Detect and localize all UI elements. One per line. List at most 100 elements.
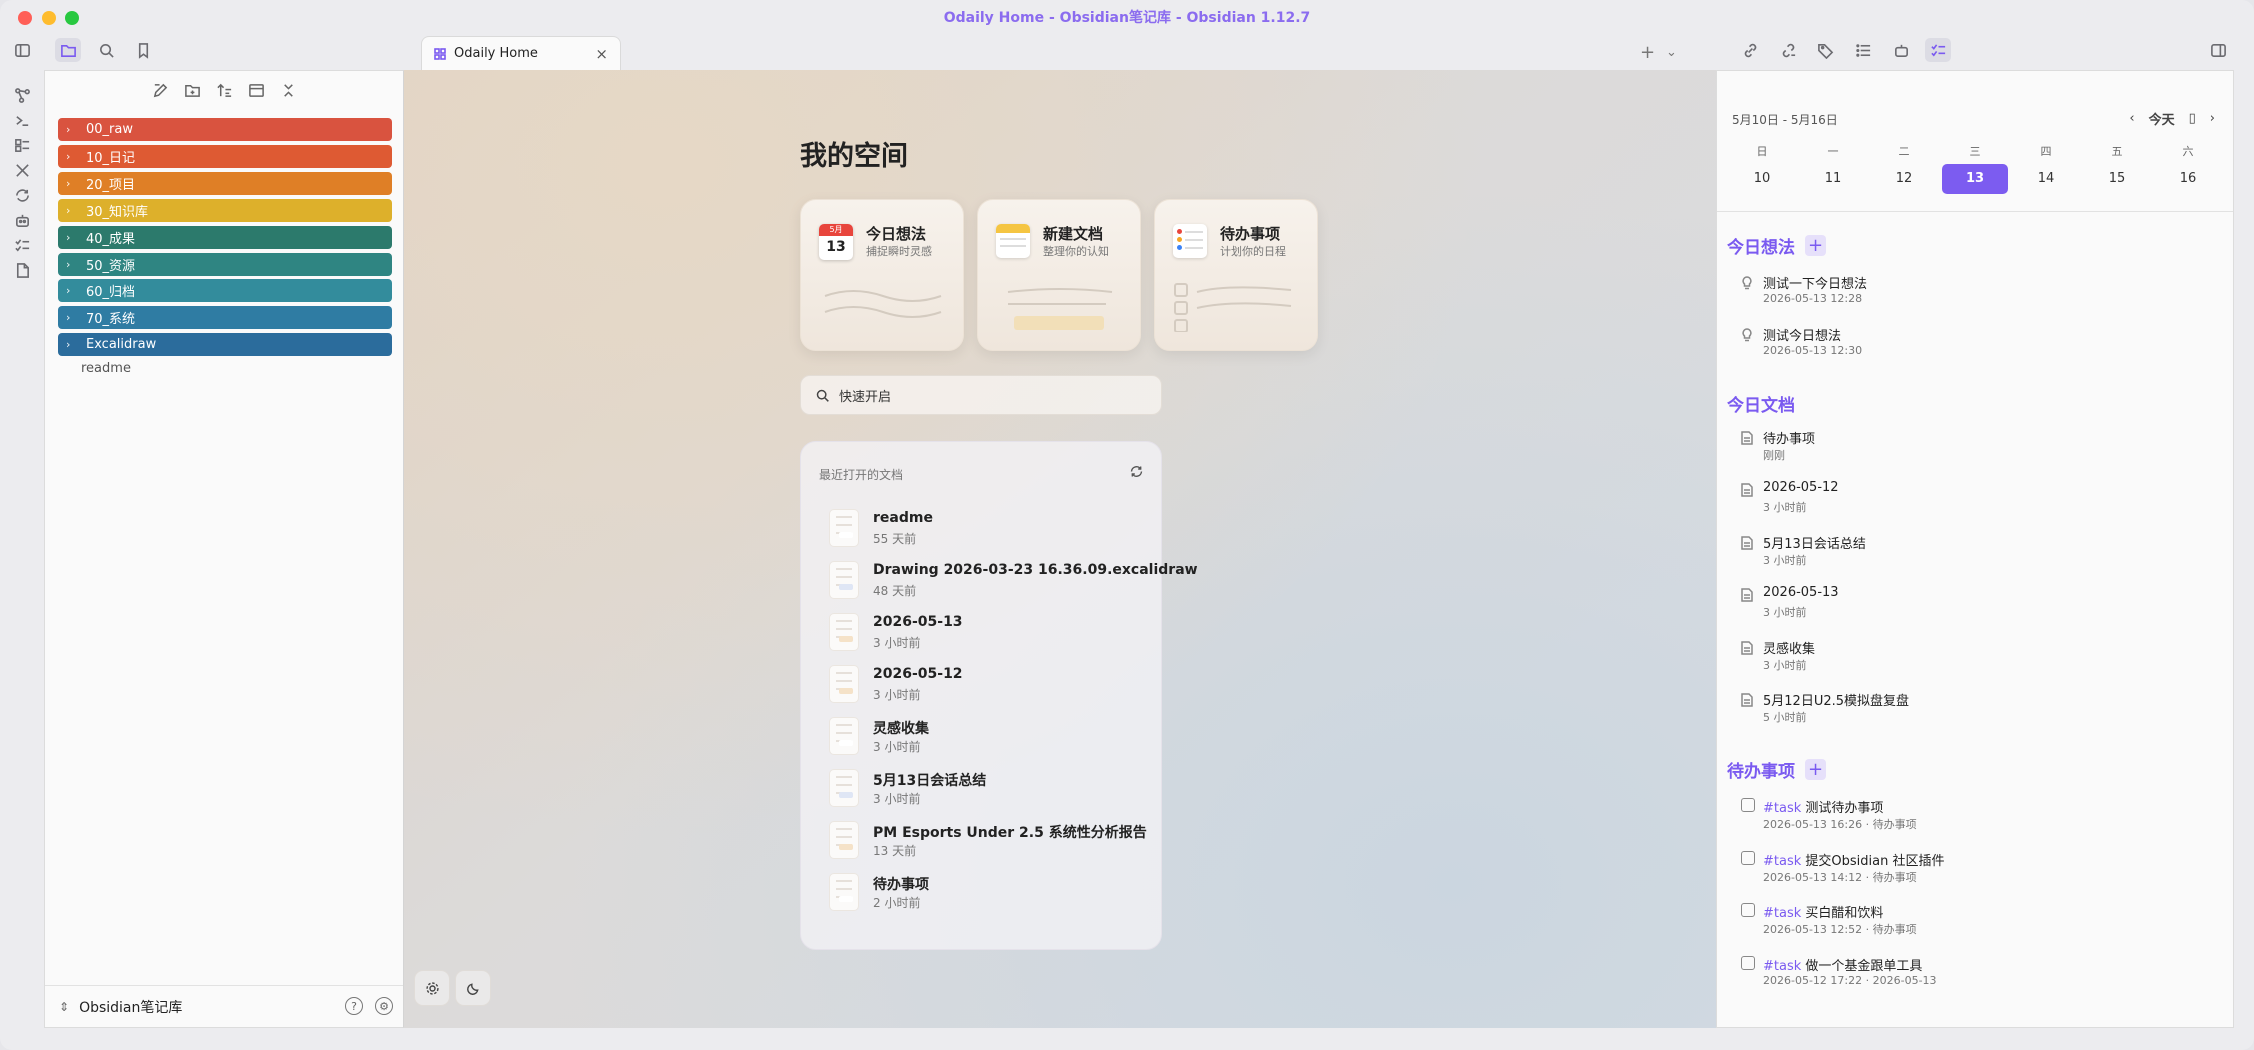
folder-item[interactable]: › 30_知识库 (58, 198, 392, 222)
prev-week-icon[interactable]: ‹ (2129, 111, 2134, 126)
blocks-icon[interactable] (11, 134, 33, 156)
chevron-right-icon: › (66, 176, 71, 190)
calendar-icon: 5月 13 (819, 224, 853, 260)
vault-switcher[interactable]: ⇕ Obsidian笔记库 ? ⚙ (45, 985, 403, 1027)
folder-item[interactable]: › Excalidraw (58, 333, 392, 357)
outline-icon[interactable] (1850, 38, 1876, 62)
settings-button[interactable] (414, 970, 450, 1006)
task-tag[interactable]: #task (1763, 959, 1801, 974)
refresh-icon[interactable] (1129, 464, 1145, 480)
add-task-button[interactable]: + (1805, 759, 1826, 780)
bookmark-icon[interactable] (130, 38, 156, 62)
calendar-day[interactable]: 11 (1800, 164, 1866, 194)
task-tag[interactable]: #task (1763, 906, 1801, 921)
close-tab-icon[interactable]: × (595, 45, 608, 63)
recent-item-time: 3 小时前 (873, 740, 921, 754)
assistant-bot-icon[interactable] (1888, 38, 1914, 62)
chevron-up-down-icon: ⇕ (59, 999, 70, 1014)
calendar-day[interactable]: 16 (2155, 164, 2221, 194)
recent-item-name: 2026-05-12 (873, 666, 963, 682)
tasks-panel-icon[interactable] (1925, 38, 1951, 62)
collapse-all-icon[interactable] (279, 81, 297, 99)
today-button[interactable]: 今天 (2149, 109, 2175, 128)
pages-icon[interactable] (11, 259, 33, 281)
help-icon[interactable]: ? (345, 997, 363, 1015)
card-today-ideas[interactable]: 5月 13 今日想法 捕捉瞬时灵感 (800, 199, 964, 351)
new-note-icon[interactable] (151, 81, 169, 99)
recent-item[interactable]: 待办事项 2 小时前 (829, 871, 1149, 915)
tag-icon[interactable] (1812, 38, 1838, 62)
add-idea-button[interactable]: + (1805, 235, 1826, 256)
toggle-sidebar-icon[interactable] (11, 39, 33, 61)
recent-item[interactable]: 2026-05-13 3 小时前 (829, 611, 1149, 655)
tab-odaily-home[interactable]: Odaily Home × (421, 36, 621, 70)
doc-time: 5 小时前 (1763, 711, 1807, 724)
calendar-day[interactable]: 13 (1942, 164, 2008, 194)
folder-item[interactable]: › 50_资源 (58, 252, 392, 276)
calendar-day[interactable]: 14 (2013, 164, 2079, 194)
folder-label: 00_raw (86, 122, 133, 137)
checklist-icon[interactable] (11, 234, 33, 256)
quick-open-search[interactable]: 快速开启 (800, 375, 1162, 415)
search-icon[interactable] (93, 38, 119, 62)
document-thumb-icon (829, 665, 859, 703)
bot-icon[interactable] (11, 209, 33, 231)
card-subtitle: 计划你的日程 (1220, 245, 1286, 258)
task-title[interactable]: #task 做一个基金跟单工具 (1763, 955, 1922, 974)
folder-item[interactable]: › 20_项目 (58, 171, 392, 195)
calendar-day[interactable]: 10 (1729, 164, 1795, 194)
recent-item-time: 3 小时前 (873, 792, 921, 806)
task-checkbox[interactable] (1741, 903, 1755, 917)
recent-item[interactable]: PM Esports Under 2.5 系统性分析报告 13 天前 (829, 819, 1149, 863)
recent-item[interactable]: 灵感收集 3 小时前 (829, 715, 1149, 759)
next-week-icon[interactable]: › (2210, 111, 2215, 126)
recent-item[interactable]: 5月13日会话总结 3 小时前 (829, 767, 1149, 811)
folder-item[interactable]: › 70_系统 (58, 306, 392, 330)
card-todo[interactable]: 待办事项 计划你的日程 (1154, 199, 1318, 351)
right-sidebar: 5月10日 - 5月16日 ‹ 今天 ▯ › 日 10 一 11 二 12 三 13 四 14 五 1… (1716, 70, 2234, 1028)
file-readme[interactable]: readme (81, 361, 131, 376)
folder-item[interactable]: › 60_归档 (58, 279, 392, 303)
calendar-day[interactable]: 15 (2084, 164, 2150, 194)
recent-item-name: 5月13日会话总结 (873, 773, 987, 789)
auto-reveal-icon[interactable] (247, 81, 265, 99)
task-title[interactable]: #task 买白醋和饮料 (1763, 902, 1883, 921)
task-checkbox[interactable] (1741, 955, 1755, 970)
recent-item[interactable]: Drawing 2026-03-23 16.36.09.excalidraw 48… (829, 559, 1198, 603)
app-window: Odaily Home - Obsidian笔记库 - Obsidian 1.1… (0, 0, 2254, 1050)
tab-list-chevron-icon[interactable]: ⌄ (1666, 45, 1677, 60)
explorer-toolbar (45, 81, 403, 99)
outgoing-link-icon[interactable] (1775, 38, 1801, 62)
theme-toggle-button[interactable] (455, 970, 491, 1006)
tools-icon[interactable] (11, 159, 33, 181)
sort-icon[interactable] (215, 81, 233, 99)
recent-header: 最近打开的文档 (819, 468, 904, 482)
folder-label: 30_知识库 (86, 204, 149, 220)
recent-item[interactable]: readme 55 天前 (829, 507, 1149, 551)
card-new-document[interactable]: 新建文档 整理你的认知 (977, 199, 1141, 351)
graph-icon[interactable] (11, 84, 33, 106)
toggle-right-sidebar-icon[interactable] (2205, 38, 2231, 62)
folder-item[interactable]: › 00_raw (58, 118, 392, 141)
task-tag[interactable]: #task (1763, 801, 1801, 816)
file-explorer-icon[interactable] (55, 38, 81, 62)
chevron-right-icon: › (66, 123, 71, 136)
new-folder-icon[interactable] (183, 81, 201, 99)
folder-item[interactable]: › 10_日记 (58, 144, 392, 168)
settings-gear-icon[interactable]: ⚙ (375, 997, 393, 1015)
sync-icon[interactable] (11, 184, 33, 206)
calendar-day[interactable]: 12 (1871, 164, 1937, 194)
terminal-icon[interactable] (11, 109, 33, 131)
task-checkbox[interactable] (1741, 798, 1755, 812)
task-title[interactable]: #task 测试待办事项 (1763, 797, 1883, 816)
link-icon[interactable] (1737, 38, 1763, 62)
book-icon[interactable]: ▯ (2189, 111, 2196, 126)
task-tag[interactable]: #task (1763, 854, 1801, 869)
folder-item[interactable]: › 40_成果 (58, 225, 392, 249)
new-tab-icon[interactable]: + (1640, 42, 1655, 63)
recent-item[interactable]: 2026-05-12 3 小时前 (829, 663, 1149, 707)
task-checkbox[interactable] (1741, 850, 1755, 865)
task-title[interactable]: #task 提交Obsidian 社区插件 (1763, 850, 1944, 869)
left-ribbon (0, 34, 44, 1050)
search-icon (816, 389, 829, 402)
